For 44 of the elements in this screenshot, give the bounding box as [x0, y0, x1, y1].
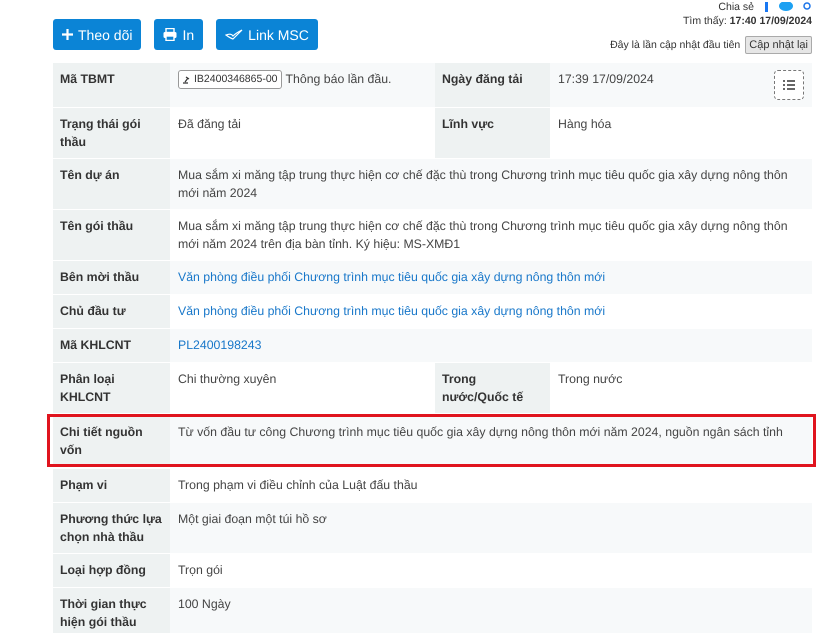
field-value: Hàng hóa [558, 116, 612, 133]
field-label: Tên dự án [60, 168, 120, 182]
list-icon [783, 80, 795, 90]
link-msc-button[interactable]: Link MSC [216, 19, 318, 50]
found-time: Tìm thấy: 17:40 17/09/2024 [682, 15, 812, 27]
follow-button[interactable]: Theo dõi [53, 19, 142, 50]
field-value: Mua sắm xi măng tập trung thực hiện cơ chế đặc thù trong Chương trình mục tiêu quốc gia xây dựng nông thôn mới năm 2024 [178, 167, 789, 202]
field-label: Tên gói thầu [60, 219, 134, 233]
field-value: Một giai đoạn một túi hồ sơ [178, 511, 327, 528]
list-menu-button[interactable] [774, 70, 804, 100]
value-link[interactable]: Văn phòng điều phối Chương trình mục tiêu quốc gia xây dựng nông thôn mới [178, 302, 606, 320]
field-value: Trọn gói [178, 562, 223, 579]
field-value: 17:39 17/09/2024 [558, 71, 654, 88]
field-value: Trong nước [558, 371, 622, 388]
field-label: Mã KHLCNT [60, 338, 132, 352]
field-value: Chi thường xuyên [178, 371, 276, 388]
field-label: Trạng thái gói thầu [60, 117, 141, 149]
field-label: Thời gian thực hiện gói thầu [60, 597, 147, 629]
field-value: 100 Ngày [178, 596, 231, 613]
field-label: Loại hợp đồng [60, 563, 146, 577]
field-label: Lĩnh vực [442, 117, 494, 131]
field-label: Chi tiết nguồn vốn [60, 425, 143, 457]
refresh-button[interactable]: Cập nhật lại [745, 36, 812, 54]
field-label: Chủ đầu tư [60, 304, 126, 318]
field-value: Mua sắm xi măng tập trung thực hiện cơ chế đặc thù trong Chương trình mục tiêu quốc gia xây dựng nông thôn mới năm 2024 trên địa bàn tỉnh. Ký hiệu: MS-XMĐ1 [178, 218, 789, 253]
printer-icon [163, 28, 178, 41]
field-value: Trong phạm vi điều chỉnh của Luật đấu thầu [178, 477, 418, 494]
field-value: Từ vốn đầu tư công Chương trình mục tiêu quốc gia xây dựng nông thôn mới năm 2024, nguồn ngân sách tỉnh [178, 424, 783, 441]
gavel-icon [182, 76, 191, 84]
field-value: Đã đăng tải [178, 116, 241, 133]
field-label: Ngày đăng tải [442, 72, 523, 86]
share-label: Chia sẻ [718, 0, 754, 12]
print-button[interactable]: In [154, 19, 204, 50]
plus-icon [62, 29, 73, 40]
field-value: Thông báo lần đầu. [286, 71, 392, 88]
update-note: Đây là lần cập nhật đầu tiên [610, 39, 740, 51]
field-label: Phương thức lựa chọn nhà thầu [60, 512, 162, 544]
field-label: Phạm vi [60, 478, 108, 492]
code-badge[interactable]: IB2400346865-00 [178, 70, 282, 89]
field-label: Mã TBMT [60, 72, 115, 86]
field-label: Bên mời thầu [60, 270, 140, 284]
field-label: Phân loại KHLCNT [60, 372, 115, 404]
field-label: Trong nước/Quốc tế [442, 372, 524, 404]
value-link[interactable]: PL2400198243 [178, 336, 262, 354]
